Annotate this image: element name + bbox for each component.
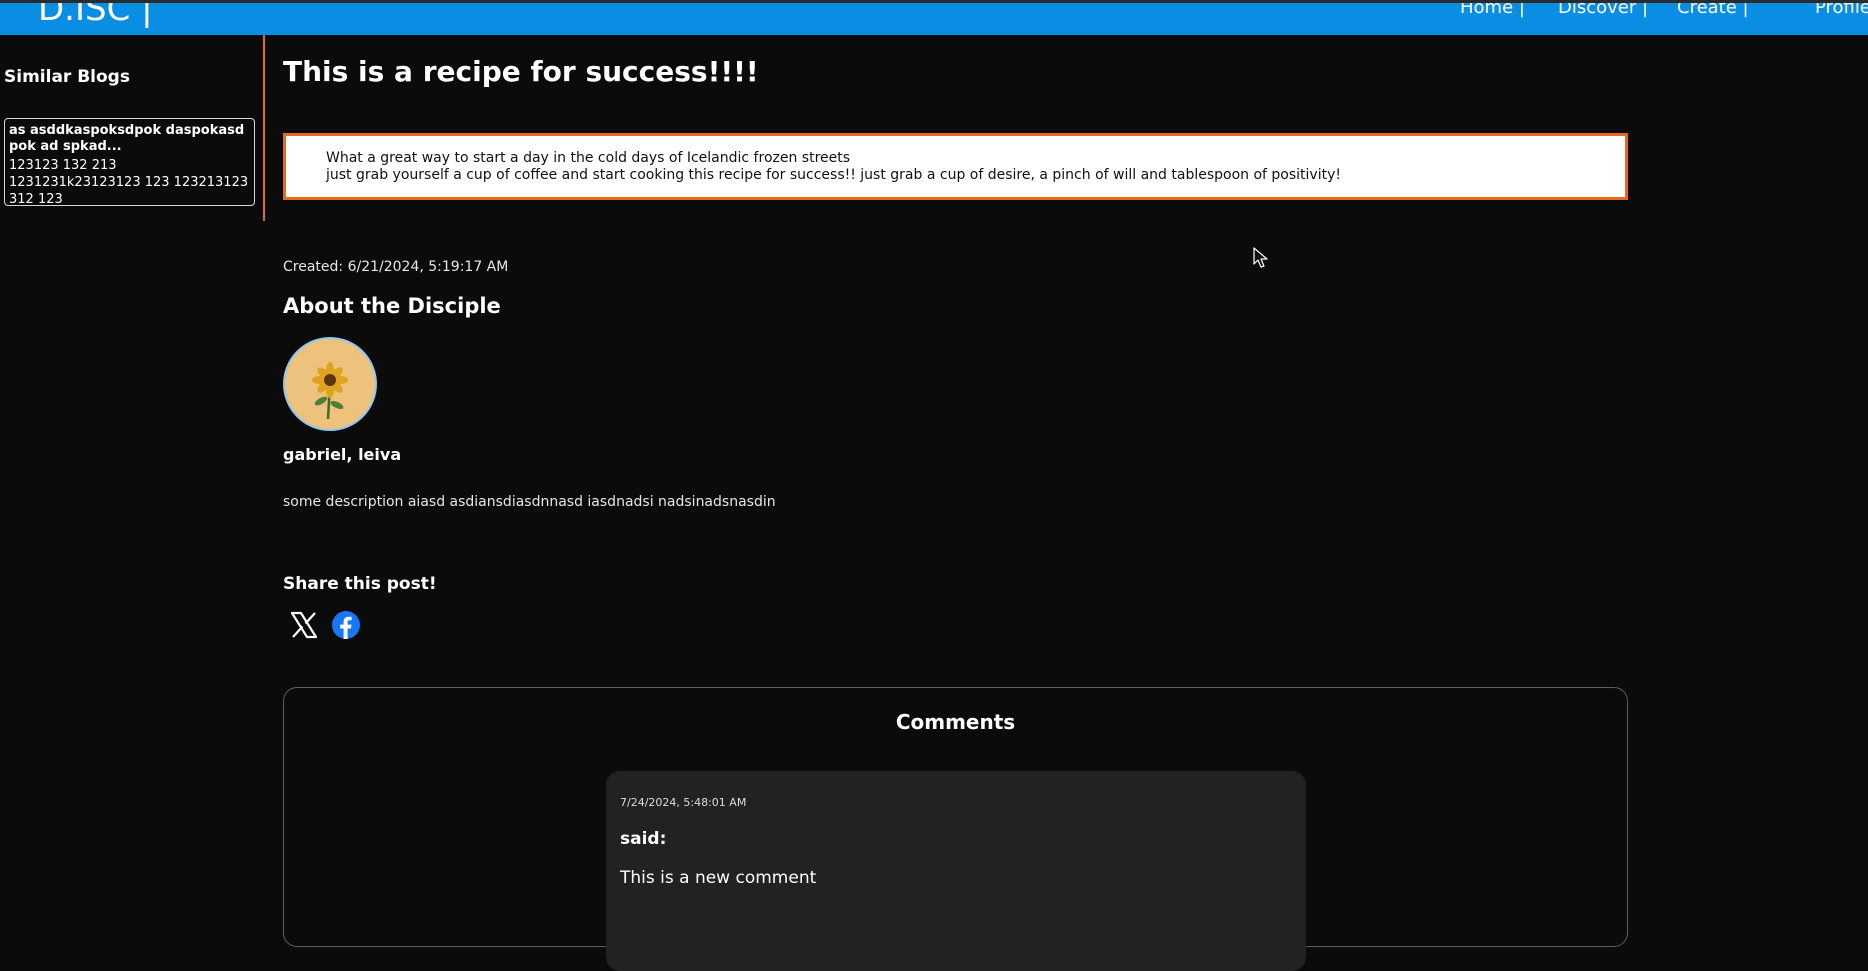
post-created-date: Created: 6/21/2024, 5:19:17 AM <box>283 259 509 275</box>
nav-home-link[interactable]: Home | <box>1460 3 1525 18</box>
author-avatar <box>283 337 377 431</box>
comment-card: 7/24/2024, 5:48:01 AM said: This is a ne… <box>606 771 1306 971</box>
author-description: some description aiasd asdiansdiasdnnasd… <box>283 494 776 510</box>
author-name: gabriel, leiva <box>283 445 402 464</box>
x-twitter-icon[interactable] <box>289 610 319 640</box>
nav-profile-link[interactable]: Profile <box>1815 3 1868 18</box>
comments-section: Comments 7/24/2024, 5:48:01 AM said: Thi… <box>283 687 1628 971</box>
similar-blog-title: as asddkaspoksdpok daspokasd pok ad spka… <box>9 123 245 154</box>
mouse-cursor-icon <box>1253 247 1268 268</box>
top-navbar: D.ISC | Home | Discover | Create | Profi… <box>0 3 1868 35</box>
facebook-icon[interactable] <box>331 610 361 640</box>
similar-blogs-title: Similar Blogs <box>4 67 130 87</box>
share-title: Share this post! <box>283 574 437 594</box>
post-title: This is a recipe for success!!!! <box>283 55 759 88</box>
comment-text: This is a new comment <box>620 868 817 888</box>
nav-discover-link[interactable]: Discover | <box>1558 3 1648 18</box>
comment-date: 7/24/2024, 5:48:01 AM <box>620 796 747 809</box>
nav-create-link[interactable]: Create | <box>1677 3 1749 18</box>
brand-logo[interactable]: D.ISC | <box>38 3 153 29</box>
comment-author-said: said: <box>620 829 667 849</box>
post-body-line: What a great way to start a day in the c… <box>326 150 851 166</box>
about-disciple-title: About the Disciple <box>283 294 501 318</box>
post-body-line: just grab yourself a cup of coffee and s… <box>326 167 1341 183</box>
similar-blog-excerpt: 123123 132 213 1231231k23123123 123 1232… <box>9 158 249 207</box>
similar-blog-card[interactable]: as asddkaspoksdpok daspokasd pok ad spka… <box>4 118 255 207</box>
sunflower-icon <box>312 362 348 420</box>
similar-blogs-sidebar: Similar Blogs as asddkaspoksdpok daspoka… <box>0 35 265 221</box>
comments-title: Comments <box>895 710 1016 734</box>
post-content-box: What a great way to start a day in the c… <box>283 133 1628 200</box>
